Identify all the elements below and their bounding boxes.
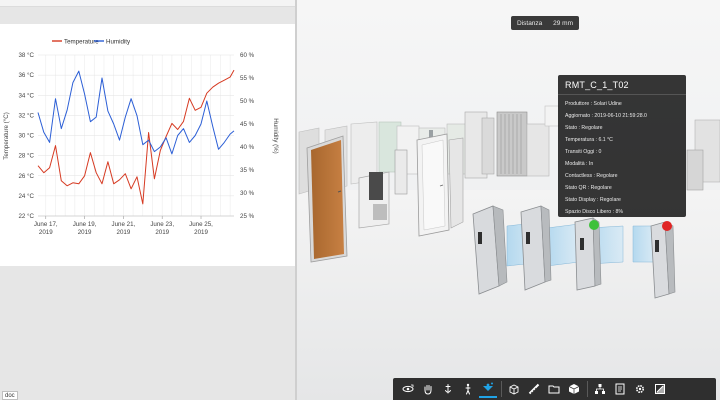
viewer-toolbar xyxy=(393,378,716,400)
device-info-panel: RMT_C_1_T02 Produttore : Solari Udine Ag… xyxy=(558,75,686,217)
x-tick-label-year: 2019 xyxy=(78,229,92,236)
measure-icon[interactable] xyxy=(525,380,543,398)
temperature-humidity-chart: 38 °C 36 °C 34 °C 32 °C 30 °C 28 °C 26 °C 24 °C… xyxy=(0,24,295,266)
y-right-tick-label: 25 % xyxy=(240,213,255,220)
y-left-tick-label: 28 °C xyxy=(18,153,34,160)
y-right-tick-label: 55 % xyxy=(240,75,255,82)
left-panel: 38 °C 36 °C 34 °C 32 °C 30 °C 28 °C 26 °C 24 °C… xyxy=(0,0,295,400)
properties-icon[interactable] xyxy=(611,380,629,398)
x-tick-label: June 19, xyxy=(73,221,97,228)
distance-label: Distanza xyxy=(517,19,543,27)
x-tick-label-year: 2019 xyxy=(155,229,169,236)
explode-icon[interactable] xyxy=(479,380,497,398)
y-right-tick-label: 50 % xyxy=(240,98,255,105)
y-right-axis-title: Humidity (%) xyxy=(272,118,279,153)
legend-label: Temperature xyxy=(64,39,99,46)
y-left-tick-label: 26 °C xyxy=(18,173,34,180)
info-divider xyxy=(558,94,686,95)
left-top-bar xyxy=(0,0,295,7)
distance-readout: Distanza 29 mm xyxy=(511,16,579,30)
glass-door[interactable] xyxy=(416,133,464,237)
info-produttore: Produttore : Solari Udine xyxy=(565,101,622,107)
x-tick-label: June 25, xyxy=(189,221,213,228)
x-tick-label: June 17, xyxy=(34,221,58,228)
x-tick-label: June 21, xyxy=(112,221,136,228)
legend-label: Humidity xyxy=(106,39,131,46)
info-transiti-oggi: Transiti Oggi : 0 xyxy=(565,149,602,155)
device-name: RMT_C_1_T02 xyxy=(565,80,629,90)
y-right-tick-label: 35 % xyxy=(240,167,255,174)
section-box-icon[interactable] xyxy=(505,380,523,398)
walk-person-icon[interactable] xyxy=(459,380,477,398)
pan-hand-icon[interactable] xyxy=(419,380,437,398)
distance-value: 29 mm xyxy=(553,19,573,27)
y-left-tick-label: 30 °C xyxy=(18,133,34,140)
y-left-tick-label: 32 °C xyxy=(18,112,34,119)
cube-icon[interactable] xyxy=(565,380,583,398)
x-tick-label-year: 2019 xyxy=(39,229,53,236)
y-left-tick-label: 22 °C xyxy=(18,213,34,220)
toolbar-separator xyxy=(587,381,588,397)
info-stato-qr: Stato QR : Regolare xyxy=(565,185,612,191)
status-error-indicator[interactable] xyxy=(662,221,672,231)
toolbar-separator xyxy=(501,381,502,397)
first-person-icon[interactable] xyxy=(439,380,457,398)
settings-gear-icon[interactable] xyxy=(631,380,649,398)
info-stato-display: Stato Display : Regolare xyxy=(565,197,621,203)
folder-icon[interactable] xyxy=(545,380,563,398)
series-line-temperature xyxy=(37,69,235,205)
x-tick-label: June 23, xyxy=(150,221,174,228)
y-left-tick-label: 24 °C xyxy=(18,193,34,200)
app-root: 38 °C 36 °C 34 °C 32 °C 30 °C 28 °C 26 °C 24 °C… xyxy=(0,0,720,400)
x-tick-label-year: 2019 xyxy=(194,229,208,236)
model-tree-icon[interactable] xyxy=(591,380,609,398)
chart-svg: 38 °C 36 °C 34 °C 32 °C 30 °C 28 °C 26 °C 24 °C… xyxy=(3,39,279,237)
y-right-tick-label: 40 % xyxy=(240,144,255,151)
y-right-tick-label: 30 % xyxy=(240,190,255,197)
y-left-tick-label: 34 °C xyxy=(18,92,34,99)
info-spazio-disco: Spazio Disco Libero : 8% xyxy=(565,209,623,215)
info-temperatura: Temperatura : 6.1 °C xyxy=(565,137,613,143)
info-contactless: Contactless : Regolare xyxy=(565,173,618,179)
series-line-humidity xyxy=(37,70,235,155)
y-right-tick-label: 60 % xyxy=(240,52,255,59)
y-left-tick-label: 38 °C xyxy=(18,52,34,59)
3d-viewer[interactable]: Distanza 29 mm RMT_C_1_T02 Produttore : … xyxy=(297,0,720,400)
x-tick-label-year: 2019 xyxy=(117,229,131,236)
y-right-tick-label: 45 % xyxy=(240,121,255,128)
doc-tag[interactable]: doc xyxy=(2,391,18,400)
y-left-tick-label: 36 °C xyxy=(18,72,34,79)
info-stato: Stato : Regolare xyxy=(565,125,603,131)
y-left-axis-title: Temperature (°C) xyxy=(3,112,10,160)
info-modalita: Modalità : In xyxy=(565,161,594,167)
orbit-icon[interactable] xyxy=(399,380,417,398)
wooden-door[interactable] xyxy=(306,135,348,263)
info-aggiornato: Aggiornato : 2019-06-10 21:59:28.0 xyxy=(565,113,647,119)
fullscreen-icon[interactable] xyxy=(651,380,669,398)
status-ok-indicator[interactable] xyxy=(589,220,599,230)
